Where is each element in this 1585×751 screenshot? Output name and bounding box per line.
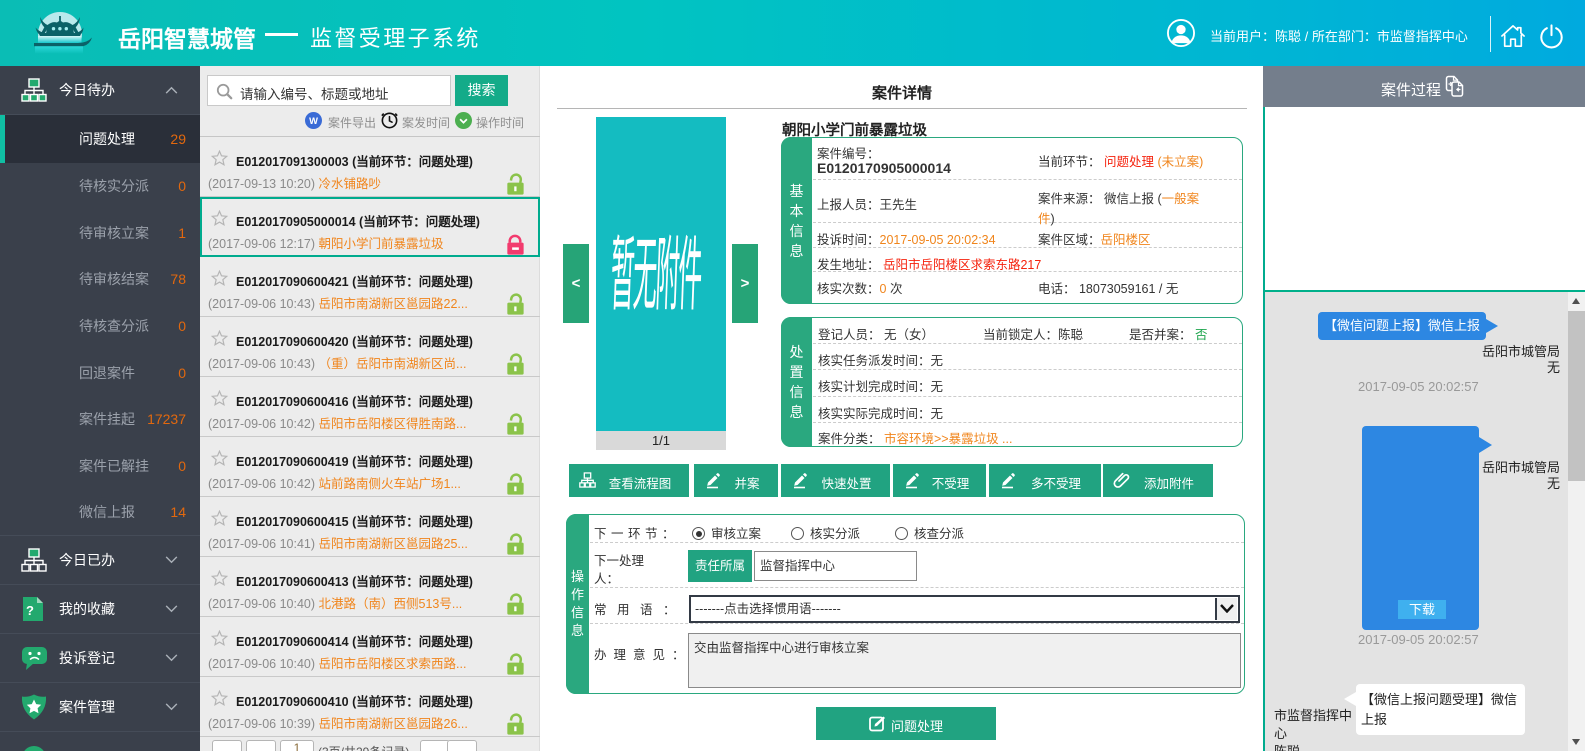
svg-text:W: W [309, 116, 318, 126]
svg-text:?: ? [26, 603, 34, 618]
